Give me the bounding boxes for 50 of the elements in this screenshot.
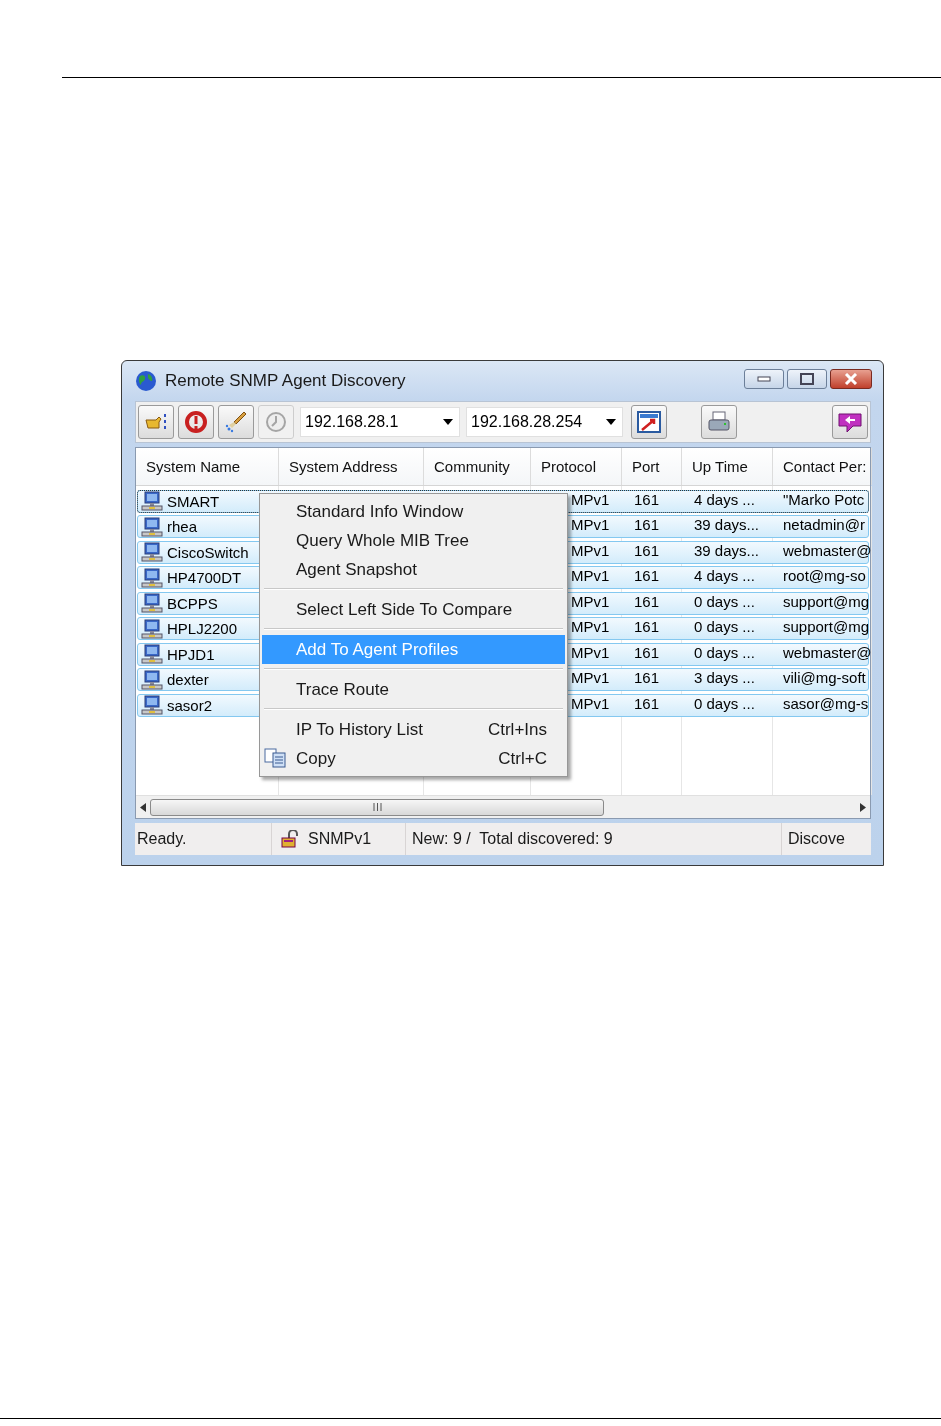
table-cell: sasor2 [167,696,213,714]
table-cell-text: support@mg [783,592,871,610]
table-cell-text: webmaster@ [783,643,873,661]
table-cell-text: 0 days ... [694,694,756,712]
table-cell-text: 39 days... [694,541,761,559]
table-cell-text: MPv1 [571,618,611,635]
table-cell-text: webmaster@ [783,541,873,559]
table-cell-text: 39 days... [694,516,761,533]
table-cell: HPLJ2200 [167,620,238,637]
table-cell-text: MPv1 [571,592,611,610]
table-cell-text: 161 [634,669,661,686]
table-cell: BCPPS [167,594,218,612]
table-cell-text: MPv1 [571,490,611,508]
table-cell-text: MPv1 [571,541,611,559]
table-cell-text: support@mg [783,618,871,635]
table-cell-text: 161 [634,567,661,584]
table-cell-text: MPv1 [571,669,611,686]
table-cell-text: 161 [634,643,661,661]
table-cell: HP4700DT [167,569,242,586]
table-cell-text: 161 [634,618,661,635]
table-cell-text: vili@mg-soft [783,669,867,686]
window-title: Remote SNMP Agent Discovery [165,371,406,391]
table-cell-text: "Marko Potc [783,490,866,508]
table-cell: dexter [167,671,209,688]
table-cell-text: sasor@mg-s [783,694,870,712]
discovery-count: New: 9 / Total discovered: 9 [412,830,613,848]
table-cell-text: 4 days ... [694,567,756,584]
table-cell-text: root@mg-so [783,567,867,584]
table-cell-text: netadmin@r [783,516,866,533]
table-cell: SMART [167,492,220,510]
table-cell-text: 0 days ... [694,618,756,635]
table-cell: HPJD1 [167,645,215,663]
table-cell-text: 0 days ... [694,643,756,661]
table-cell-text: MPv1 [571,567,611,584]
table-cell: CiscoSwitch [167,543,249,561]
table-cell-text: 0 days ... [694,592,756,610]
table-cell-text: MPv1 [571,516,611,533]
table-cell-text: 161 [634,694,661,712]
table-cell-text: 161 [634,541,661,559]
table-cell-text: 3 days ... [694,669,756,686]
mode-label: Discove [788,830,845,848]
status-text: Ready. [137,830,187,848]
protocol-label: SNMPv1 [308,830,372,848]
table-cell-text: 4 days ... [694,490,756,508]
table-cell-text: 161 [634,592,661,610]
table-cell-text: MPv1 [571,694,611,712]
table-cell-text: 161 [634,490,661,508]
table-cell: rhea [167,518,198,535]
table-cell-text: MPv1 [571,643,611,661]
table-cell-text: 161 [634,516,661,533]
